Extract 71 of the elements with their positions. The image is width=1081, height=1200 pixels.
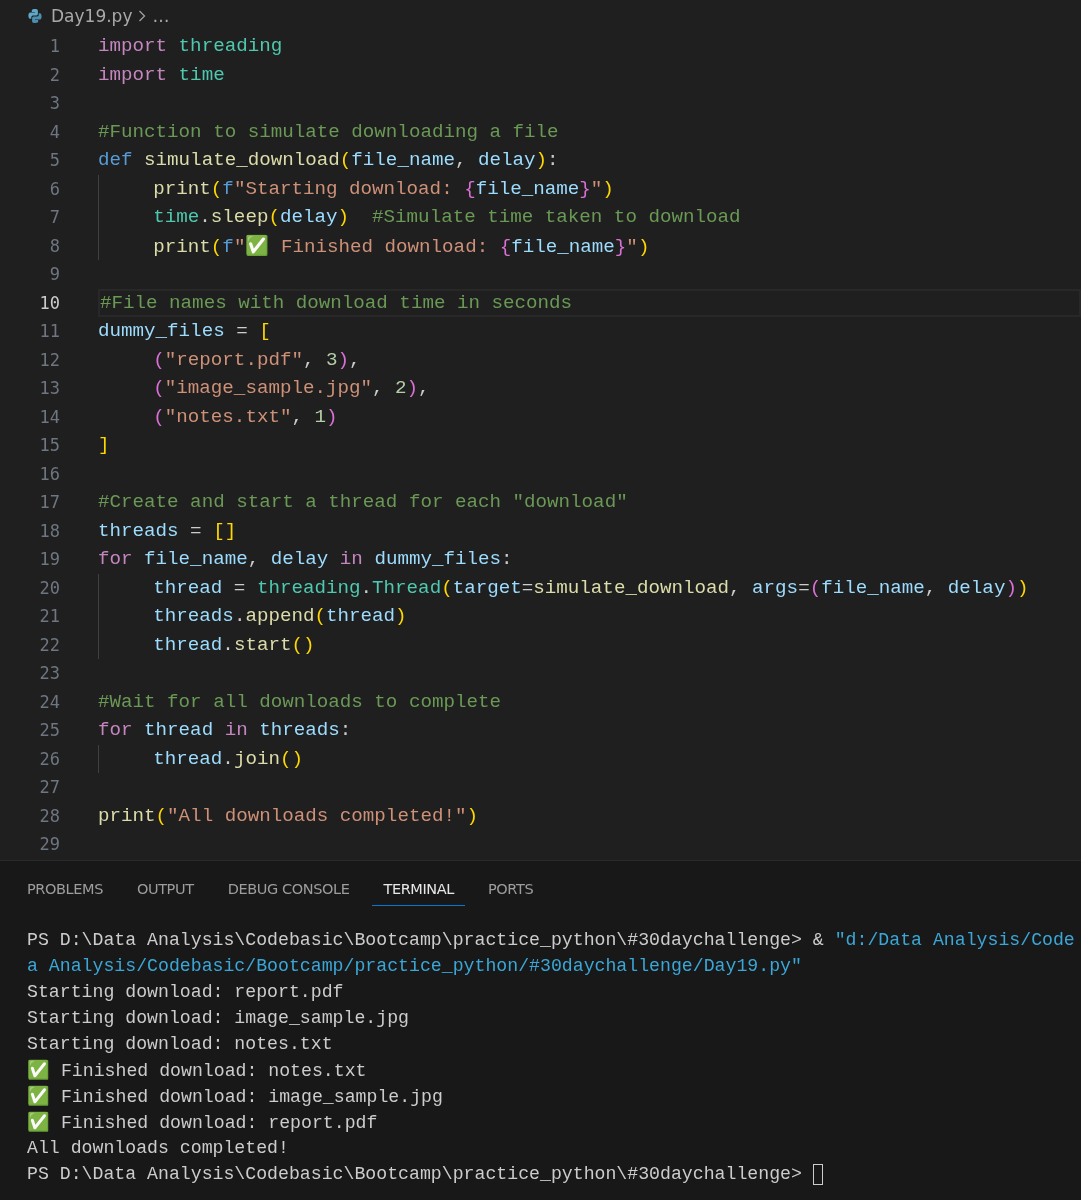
line-number: 17 xyxy=(38,492,60,513)
line-number: 23 xyxy=(38,663,60,684)
line-number: 18 xyxy=(38,520,60,541)
code-line: #Create and start a thread for each "download" xyxy=(98,491,628,514)
file-breadcrumb[interactable]: Day19.py xyxy=(51,6,133,26)
line-number: 16 xyxy=(38,463,60,484)
line-number: 19 xyxy=(38,549,60,570)
terminal-line: ✅ Finished download: notes.txt xyxy=(27,1059,367,1081)
code-line: #Wait for all downloads to complete xyxy=(98,690,501,713)
panel-tab[interactable]: OUTPUT xyxy=(125,874,205,906)
code-line: for thread in threads: xyxy=(98,719,352,742)
code-line: print("All downloads completed!") xyxy=(98,804,478,827)
terminal-line: ✅ Finished download: report.pdf xyxy=(27,1111,378,1133)
line-number: 7 xyxy=(48,207,60,228)
line-number: 9 xyxy=(48,264,60,285)
line-number: 20 xyxy=(38,577,60,598)
line-number: 26 xyxy=(38,748,60,769)
line-number: 5 xyxy=(48,150,60,171)
line-number: 22 xyxy=(38,634,60,655)
chevron-right-icon xyxy=(138,10,147,22)
terminal-line: Starting download: report.pdf xyxy=(27,982,344,1002)
code-line: print(f"Starting download: {file_name}") xyxy=(153,177,614,200)
code-line: ] xyxy=(98,434,110,457)
line-number: 13 xyxy=(38,378,60,399)
code-line: thread.start() xyxy=(153,633,315,656)
line-number: 15 xyxy=(38,435,60,456)
line-number: 11 xyxy=(38,321,60,342)
symbol-breadcrumb[interactable]: … xyxy=(152,6,170,26)
code-line: thread = threading.Thread(target=simulate_download, args=(file_name, delay)) xyxy=(153,576,1029,599)
code-line: threads = [] xyxy=(98,519,237,542)
line-number: 1 xyxy=(48,36,60,57)
panel-tab[interactable]: DEBUG CONSOLE xyxy=(216,874,361,906)
code-line: import threading xyxy=(98,35,283,58)
terminal-line: All downloads completed! xyxy=(27,1138,289,1158)
code-line: ("report.pdf", 3), xyxy=(153,348,361,371)
line-number: 12 xyxy=(38,349,60,370)
code-line: for file_name, delay in dummy_files: xyxy=(98,548,513,571)
code-line: def simulate_download(file_name, delay): xyxy=(98,149,559,172)
terminal-line: PS D:\Data Analysis\Codebasic\Bootcamp\practice_python\#30daychallenge> xyxy=(27,1164,802,1184)
line-number: 28 xyxy=(38,805,60,826)
line-number: 25 xyxy=(38,720,60,741)
line-number: 3 xyxy=(48,93,60,114)
line-number: 27 xyxy=(38,777,60,798)
terminal-line: Starting download: image_sample.jpg xyxy=(27,1008,409,1028)
terminal-line: a Analysis/Codebasic/Bootcamp/practice_python/#30daychallenge/Day19.py" xyxy=(27,956,802,976)
line-number: 21 xyxy=(38,606,60,627)
python-file-icon xyxy=(27,8,43,24)
line-number: 2 xyxy=(48,64,60,85)
code-line: time.sleep(delay) #Simulate time taken to download xyxy=(153,206,741,229)
terminal-line: PS D:\Data Analysis\Codebasic\Bootcamp\practice_python\#30daychallenge> & "d:/Data Analysis/Code xyxy=(27,930,1075,950)
code-line: ("notes.txt", 1) xyxy=(153,405,338,428)
code-line: thread.join() xyxy=(153,747,303,770)
panel-tab[interactable]: TERMINAL xyxy=(372,874,465,906)
code-line: print(f"✅ Finished download: {file_name}") xyxy=(153,234,650,258)
line-number: 6 xyxy=(48,178,60,199)
line-number: 4 xyxy=(48,121,60,142)
code-line: dummy_files = [ xyxy=(98,320,271,343)
line-number: 8 xyxy=(48,235,60,256)
code-line: #File names with download time in seconds xyxy=(100,291,573,314)
panel-tab[interactable]: PROBLEMS xyxy=(16,874,114,906)
line-number: 24 xyxy=(38,691,60,712)
code-line: #Function to simulate downloading a file xyxy=(98,120,559,143)
line-number: 29 xyxy=(38,834,60,855)
terminal-line: Starting download: notes.txt xyxy=(27,1034,333,1054)
line-number: 14 xyxy=(38,406,60,427)
code-line: ("image_sample.jpg", 2), xyxy=(153,377,430,400)
panel-tab[interactable]: PORTS xyxy=(476,874,545,906)
code-line: import time xyxy=(98,63,225,86)
line-number: 10 xyxy=(38,292,60,313)
terminal-line: ✅ Finished download: image_sample.jpg xyxy=(27,1085,443,1107)
code-line: threads.append(thread) xyxy=(153,605,407,628)
